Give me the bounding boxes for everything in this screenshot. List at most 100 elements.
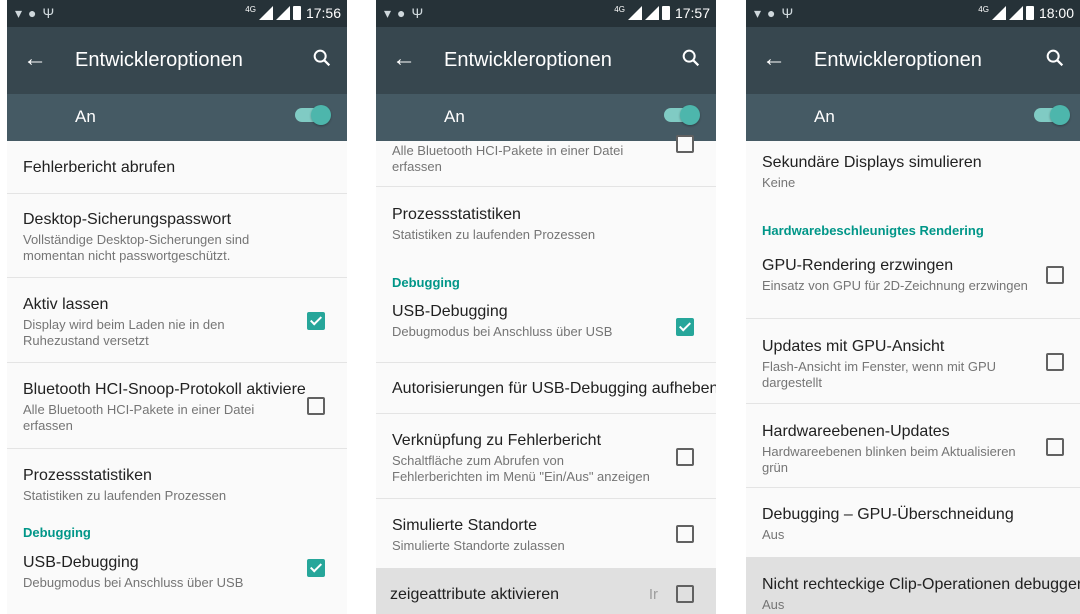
master-switch-label: An <box>814 107 835 126</box>
item-trailer-text: Ir <box>648 586 658 603</box>
master-switch-label: An <box>444 107 465 126</box>
list-item-hw-layer-updates[interactable]: Hardwareebenen-Updates Hardwareebenen bl… <box>746 404 1080 488</box>
item-summary: Statistiken zu laufenden Prozessen <box>392 227 596 242</box>
battery-icon <box>292 6 301 20</box>
item-title: Prozessstatistiken <box>23 467 152 484</box>
screen-2: ▾●Ψ 4G 17:57 ← Entwickleroptionen An All… <box>376 0 716 614</box>
gpu-view-updates-checkbox[interactable] <box>1046 353 1064 371</box>
item-title: Sekundäre Displays simulieren <box>762 154 982 171</box>
signal-icon <box>644 6 659 20</box>
item-summary: Hardwareebenen blinken beim Aktualisiere… <box>762 444 1016 475</box>
bt-hci-snoop-checkbox[interactable] <box>307 397 325 415</box>
item-summary: Statistiken zu laufenden Prozessen <box>23 488 227 503</box>
item-summary: Flash-Ansicht im Fenster, wenn mit GPU d… <box>762 359 997 390</box>
status-bar: ▾●Ψ 4G 17:56 <box>7 0 347 27</box>
bt-hci-snoop-checkbox[interactable] <box>676 135 694 153</box>
master-switch-bar[interactable]: An <box>7 94 347 141</box>
back-arrow-icon[interactable]: ← <box>762 45 786 73</box>
list-item-force-gpu[interactable]: GPU-Rendering erzwingen Einsatz von GPU … <box>746 244 1080 319</box>
mock-locations-checkbox[interactable] <box>676 525 694 543</box>
toolbar: ← Entwickleroptionen <box>7 27 347 94</box>
item-title: Hardwareebenen-Updates <box>762 423 950 440</box>
signal-icon <box>991 6 1006 20</box>
notification-icons: ▾●Ψ <box>384 5 430 21</box>
signal-icon <box>258 6 273 20</box>
view-attributes-checkbox[interactable] <box>676 585 694 603</box>
settings-list: Fehlerbericht abrufen Desktop-Sicherungs… <box>7 141 347 614</box>
item-title: zeigeattribute aktivieren <box>390 586 559 603</box>
item-title: USB-Debugging <box>392 303 508 320</box>
bugreport-shortcut-checkbox[interactable] <box>676 448 694 466</box>
back-arrow-icon[interactable]: ← <box>23 45 47 73</box>
clock: 18:00 <box>1038 5 1074 21</box>
settings-list: Sekundäre Displays simulieren Keine Hard… <box>746 141 1080 614</box>
toolbar: ← Entwickleroptionen <box>376 27 716 94</box>
list-item-usb-debugging[interactable]: USB-Debugging Debugmodus bei Anschluss ü… <box>376 292 716 363</box>
master-switch-bar[interactable]: An <box>376 94 716 141</box>
list-item-bugreport[interactable]: Fehlerbericht abrufen <box>7 141 347 194</box>
item-title: Aktiv lassen <box>23 296 109 313</box>
item-summary: Vollständige Desktop-Sicherungen sind mo… <box>23 232 250 263</box>
master-switch-bar[interactable]: An <box>746 94 1080 141</box>
list-item-process-stats[interactable]: Prozessstatistiken Statistiken zu laufen… <box>376 187 716 255</box>
item-title: Prozessstatistiken <box>392 206 521 223</box>
item-title: Autorisierungen für USB-Debugging aufheb… <box>392 380 716 397</box>
status-bar: ▾●Ψ 4G 17:57 <box>376 0 716 27</box>
list-item-desktop-backup-password[interactable]: Desktop-Sicherungspasswort Vollständige … <box>7 194 347 278</box>
list-item-secondary-displays[interactable]: Sekundäre Displays simulieren Keine <box>746 141 1080 211</box>
usb-debugging-checkbox[interactable] <box>307 559 325 577</box>
status-right: 4G 18:00 <box>978 4 1074 22</box>
screen-1: ▾●Ψ 4G 17:56 ← Entwickleroptionen An Feh… <box>7 0 347 614</box>
search-icon[interactable] <box>680 47 702 69</box>
master-toggle[interactable] <box>1034 105 1070 125</box>
item-title: USB-Debugging <box>23 554 139 571</box>
item-summary: Aus <box>762 597 785 612</box>
master-toggle[interactable] <box>664 105 700 125</box>
item-summary: Schaltfläche zum Abrufen von Fehlerberic… <box>392 453 650 484</box>
network-type-icon: 4G <box>614 4 625 14</box>
search-icon[interactable] <box>311 47 333 69</box>
signal-icon <box>1008 6 1023 20</box>
list-item-revoke-usb-auth[interactable]: Autorisierungen für USB-Debugging aufheb… <box>376 363 716 414</box>
list-item-bt-hci-snoop[interactable]: Bluetooth HCI-Snoop-Protokoll aktiviere … <box>7 363 347 449</box>
network-type-icon: 4G <box>978 4 989 14</box>
status-right: 4G 17:56 <box>245 5 341 22</box>
list-item-non-rect-clip[interactable]: Nicht rechteckige Clip-Operationen debug… <box>746 557 1080 614</box>
hw-layer-updates-checkbox[interactable] <box>1046 438 1064 456</box>
force-gpu-checkbox[interactable] <box>1046 266 1064 284</box>
master-toggle[interactable] <box>295 105 331 125</box>
list-item-gpu-overdraw[interactable]: Debugging – GPU-Überschneidung Aus <box>746 488 1080 557</box>
list-item-bugreport-shortcut[interactable]: Verknüpfung zu Fehlerbericht Schaltfläch… <box>376 414 716 499</box>
list-item-mock-locations[interactable]: Simulierte Standorte Simulierte Standort… <box>376 499 716 568</box>
item-title: Nicht rechteckige Clip-Operationen debug… <box>762 576 1080 593</box>
section-header-hw-rendering: Hardwarebeschleunigtes Rendering <box>762 223 984 238</box>
usb-debugging-checkbox[interactable] <box>676 318 694 336</box>
item-title: Fehlerbericht abrufen <box>23 159 176 176</box>
back-arrow-icon[interactable]: ← <box>392 45 416 73</box>
list-item-stay-awake[interactable]: Aktiv lassen Display wird beim Laden nie… <box>7 278 347 363</box>
item-title: Bluetooth HCI-Snoop-Protokoll aktiviere <box>23 381 306 398</box>
list-item-process-stats[interactable]: Prozessstatistiken Statistiken zu laufen… <box>7 449 347 515</box>
signal-icon <box>275 6 290 20</box>
search-icon[interactable] <box>1044 47 1066 69</box>
list-item-gpu-view-updates[interactable]: Updates mit GPU-Ansicht Flash-Ansicht im… <box>746 319 1080 404</box>
stay-awake-checkbox[interactable] <box>307 312 325 330</box>
battery-icon <box>1025 6 1034 20</box>
signal-icon <box>627 6 642 20</box>
item-summary: Aus <box>762 527 785 542</box>
list-item-usb-debugging[interactable]: USB-Debugging Debugmodus bei Anschluss ü… <box>7 551 347 614</box>
item-summary: Debugmodus bei Anschluss über USB <box>23 575 244 590</box>
clock: 17:57 <box>674 5 710 21</box>
item-title: Verknüpfung zu Fehlerbericht <box>392 432 602 449</box>
notification-icons: ▾●Ψ <box>754 5 800 21</box>
toolbar: ← Entwickleroptionen <box>746 27 1080 94</box>
settings-list: Alle Bluetooth HCI-Pakete in einer Datei… <box>376 135 716 614</box>
list-item-bt-hci-snoop[interactable]: Alle Bluetooth HCI-Pakete in einer Datei… <box>376 135 716 187</box>
list-item-view-attributes[interactable]: zeigeattribute aktivieren Ir <box>376 568 716 614</box>
item-title: Desktop-Sicherungspasswort <box>23 211 232 228</box>
item-summary: Alle Bluetooth HCI-Pakete in einer Datei… <box>23 402 255 433</box>
battery-icon <box>661 6 670 20</box>
item-title: Simulierte Standorte <box>392 517 537 534</box>
page-title: Entwickleroptionen <box>814 49 982 71</box>
notification-icons: ▾●Ψ <box>15 5 61 21</box>
